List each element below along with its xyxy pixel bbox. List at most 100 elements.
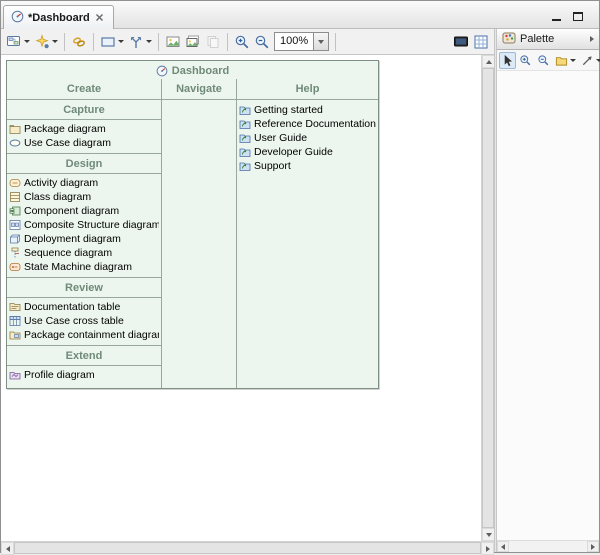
routing-fork-icon (128, 34, 144, 50)
new-diagram-icon (6, 34, 22, 50)
create-column-header: Create (7, 79, 161, 100)
dashboard-item-label: State Machine diagram (24, 261, 132, 273)
dashboard-item-label: Support (254, 160, 291, 172)
line-routing-button[interactable] (126, 31, 154, 53)
dashboard-item-link[interactable]: Profile diagram (7, 368, 161, 382)
horizontal-scrollbar-thumb[interactable] (14, 542, 481, 554)
scroll-left-button[interactable] (497, 541, 509, 552)
palette-header[interactable]: Palette (497, 29, 599, 50)
palette-horizontal-scrollbar[interactable] (497, 540, 599, 552)
arrow-up-icon (486, 60, 492, 64)
deployment-diagram-icon (9, 233, 21, 245)
dashboard-item-link[interactable]: Sequence diagram (7, 246, 161, 260)
toolbar-separator (335, 33, 336, 51)
scroll-left-button[interactable] (1, 542, 14, 555)
new-diagram-button[interactable] (4, 31, 32, 53)
fullscreen-button[interactable] (451, 31, 471, 53)
toolbar-separator (158, 33, 159, 51)
dashboard-item-link[interactable]: Use Case cross table (7, 314, 161, 328)
scroll-right-button[interactable] (481, 542, 494, 555)
chevron-down-icon[interactable] (596, 59, 600, 62)
dashboard-item-link[interactable]: Activity diagram (7, 176, 161, 190)
maximize-view-button[interactable] (571, 8, 585, 21)
zoom-level-value[interactable]: 100% (275, 33, 313, 50)
dashboard-item-link[interactable]: Composite Structure diagram (7, 218, 161, 232)
dashboard-item-link[interactable]: State Machine diagram (7, 260, 161, 274)
zoom-out-icon (254, 34, 270, 50)
scroll-right-button[interactable] (587, 541, 599, 552)
tab-title: *Dashboard (28, 12, 90, 24)
validation-button[interactable] (32, 31, 60, 53)
diagram-canvas[interactable]: Dashboard Create CapturePackage diagramU… (1, 55, 481, 541)
screen-icon (453, 34, 469, 50)
export-all-diagrams-button[interactable] (183, 31, 203, 53)
tab-close-icon[interactable] (94, 12, 106, 24)
vertical-scrollbar[interactable] (481, 55, 494, 541)
chevron-down-icon[interactable] (146, 40, 152, 43)
chevron-down-icon[interactable] (52, 40, 58, 43)
shape-style-button[interactable] (98, 31, 126, 53)
palette-link-tool[interactable] (579, 52, 600, 69)
help-folder-icon (239, 118, 251, 130)
help-folder-icon (239, 104, 251, 116)
containment-diagram-icon (9, 329, 21, 341)
maximize-icon (573, 12, 583, 21)
dashboard-columns: Create CapturePackage diagramUse Case di… (7, 79, 378, 388)
grid-icon (473, 34, 489, 50)
section-header-design: Design (7, 154, 161, 174)
chevron-down-icon[interactable] (118, 40, 124, 43)
minimize-view-button[interactable] (549, 8, 563, 21)
view-window-controls (549, 0, 599, 28)
dashboard-item-link[interactable]: Support (237, 159, 378, 173)
link-with-editor-button[interactable] (69, 31, 89, 53)
palette-zoom-out-tool[interactable] (535, 52, 552, 69)
help-column-body: Getting startedReference DocumentationUs… (237, 100, 378, 176)
tab-dashboard[interactable]: *Dashboard (3, 5, 114, 29)
dashboard-item-link[interactable]: Class diagram (7, 190, 161, 204)
dashboard-item-label: Class diagram (24, 191, 91, 203)
dashboard-item-link[interactable]: Use Case diagram (7, 136, 161, 150)
dashboard-item-label: Documentation table (24, 301, 120, 313)
composite-structure-diagram-icon (9, 219, 21, 231)
zoom-in-button[interactable] (232, 31, 252, 53)
palette-zoom-in-tool[interactable] (517, 52, 534, 69)
zoom-out-button[interactable] (252, 31, 272, 53)
chevron-down-icon[interactable] (570, 59, 576, 62)
palette-note-tool[interactable] (553, 52, 578, 69)
dashboard-item-link[interactable]: Package diagram (7, 122, 161, 136)
dashboard-item-label: Use Case cross table (24, 315, 124, 327)
palette-body[interactable] (497, 71, 599, 540)
usecase-diagram-icon (9, 137, 21, 149)
palette-select-tool[interactable] (499, 52, 516, 69)
zoom-level-combo[interactable]: 100% (274, 32, 329, 51)
palette-panel: Palette (497, 29, 599, 552)
dashboard-item-link[interactable]: Deployment diagram (7, 232, 161, 246)
arrow-left-icon (6, 546, 10, 552)
dashboard-item-link[interactable]: Developer Guide (237, 145, 378, 159)
dashboard-item-label: Deployment diagram (24, 233, 121, 245)
zoom-dropdown-button[interactable] (313, 33, 328, 50)
horizontal-scrollbar[interactable] (1, 541, 494, 554)
arrow-right-icon (591, 544, 595, 550)
dashboard-item-link[interactable]: Documentation table (7, 300, 161, 314)
toolbar-separator (227, 33, 228, 51)
chevron-down-icon[interactable] (24, 40, 30, 43)
dashboard-item-link[interactable]: Component diagram (7, 204, 161, 218)
dashboard-item-link[interactable]: User Guide (237, 131, 378, 145)
cross-table-icon (9, 315, 21, 327)
dashboard-item-label: Use Case diagram (24, 137, 111, 149)
palette-collapse-button[interactable] (590, 36, 594, 42)
dashboard-panel: Dashboard Create CapturePackage diagramU… (6, 60, 379, 389)
export-diagram-button[interactable] (163, 31, 183, 53)
grid-button[interactable] (471, 31, 491, 53)
copy-image-button[interactable] (203, 31, 223, 53)
toolbar-separator (64, 33, 65, 51)
dashboard-item-link[interactable]: Package containment diagram (7, 328, 161, 342)
dashboard-item-link[interactable]: Getting started (237, 103, 378, 117)
dashboard-item-label: Getting started (254, 104, 323, 116)
vertical-scrollbar-thumb[interactable] (482, 68, 494, 528)
dashboard-item-link[interactable]: Reference Documentation (237, 117, 378, 131)
shape-icon (100, 34, 116, 50)
sequence-diagram-icon (9, 247, 21, 259)
dashboard-item-label: Component diagram (24, 205, 119, 217)
